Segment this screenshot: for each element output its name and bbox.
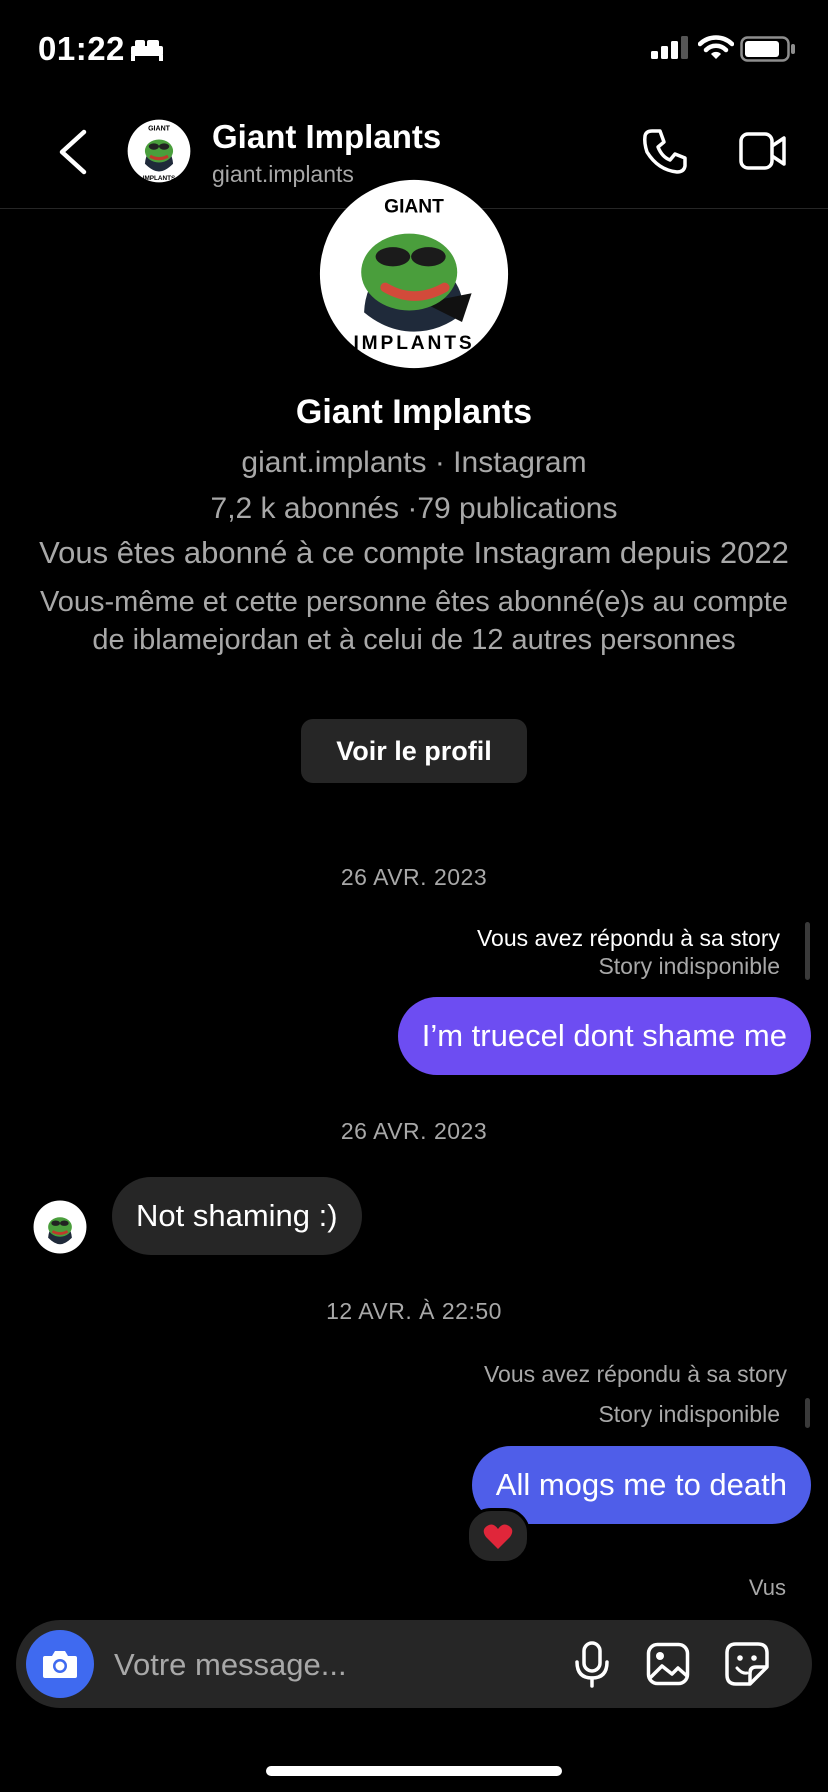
profile-mutual-followers: Vous-même et cette personne êtes abonné(… bbox=[40, 586, 788, 656]
phone-icon[interactable] bbox=[640, 126, 690, 176]
signal-icon bbox=[651, 36, 688, 59]
date-separator: 26 AVR. 2023 bbox=[340, 864, 488, 890]
sticker-icon[interactable] bbox=[724, 1641, 770, 1687]
header-name[interactable]: Giant Implants bbox=[212, 118, 441, 156]
date-separator: 12 AVR. À 22:50 bbox=[326, 1298, 502, 1324]
sent-message-bubble[interactable]: I’m truecel dont shame me bbox=[397, 997, 811, 1075]
gallery-icon[interactable] bbox=[646, 1642, 690, 1686]
bed-icon bbox=[131, 40, 163, 61]
story-reply-bar bbox=[805, 1398, 810, 1428]
received-message-bubble[interactable]: Not shaming :) bbox=[112, 1177, 362, 1255]
profile-handle: giant.implants · Instagram bbox=[241, 446, 587, 479]
video-camera-icon[interactable] bbox=[738, 130, 788, 172]
svg-text:IMPLANTS: IMPLANTS bbox=[143, 175, 176, 182]
story-unavailable-label: Story indisponible bbox=[598, 1401, 780, 1427]
battery-icon bbox=[740, 36, 795, 62]
sender-avatar[interactable] bbox=[33, 1200, 87, 1254]
profile-follow-since: Vous êtes abonné à ce compte Instagram d… bbox=[39, 535, 789, 570]
story-reply-bar bbox=[805, 922, 810, 980]
story-reply-note: Vous avez répondu à sa story bbox=[483, 1361, 787, 1387]
status-time: 01:22 bbox=[38, 30, 125, 67]
profile-avatar[interactable]: GIANT IMPLANTS bbox=[318, 178, 510, 370]
wifi-icon bbox=[698, 35, 734, 59]
message-input[interactable] bbox=[112, 1634, 556, 1696]
date-separator: 26 AVR. 2023 bbox=[340, 1118, 488, 1144]
camera-icon bbox=[43, 1651, 77, 1678]
svg-text:GIANT: GIANT bbox=[148, 126, 171, 133]
header-avatar[interactable]: GIANT IMPLANTS bbox=[127, 119, 191, 183]
profile-name: Giant Implants bbox=[295, 393, 533, 431]
story-reply-note: Vous avez répondu à sa story bbox=[476, 925, 780, 951]
story-unavailable-label: Story indisponible bbox=[598, 953, 780, 979]
view-profile-button[interactable]: Voir le profil bbox=[301, 719, 527, 783]
seen-label: Vus bbox=[748, 1575, 786, 1600]
heart-icon bbox=[483, 1524, 513, 1549]
microphone-icon[interactable] bbox=[572, 1640, 612, 1688]
logo-text-top: GIANT bbox=[384, 197, 444, 218]
heart-reaction[interactable] bbox=[466, 1508, 530, 1564]
camera-button[interactable] bbox=[26, 1630, 94, 1698]
home-indicator bbox=[266, 1766, 562, 1776]
profile-stats: 7,2 k abonnés ·79 publications bbox=[210, 492, 618, 525]
sent-message-bubble[interactable]: All mogs me to death bbox=[471, 1446, 811, 1524]
logo-text-bottom: IMPLANTS bbox=[353, 333, 474, 354]
back-button[interactable] bbox=[50, 126, 94, 178]
